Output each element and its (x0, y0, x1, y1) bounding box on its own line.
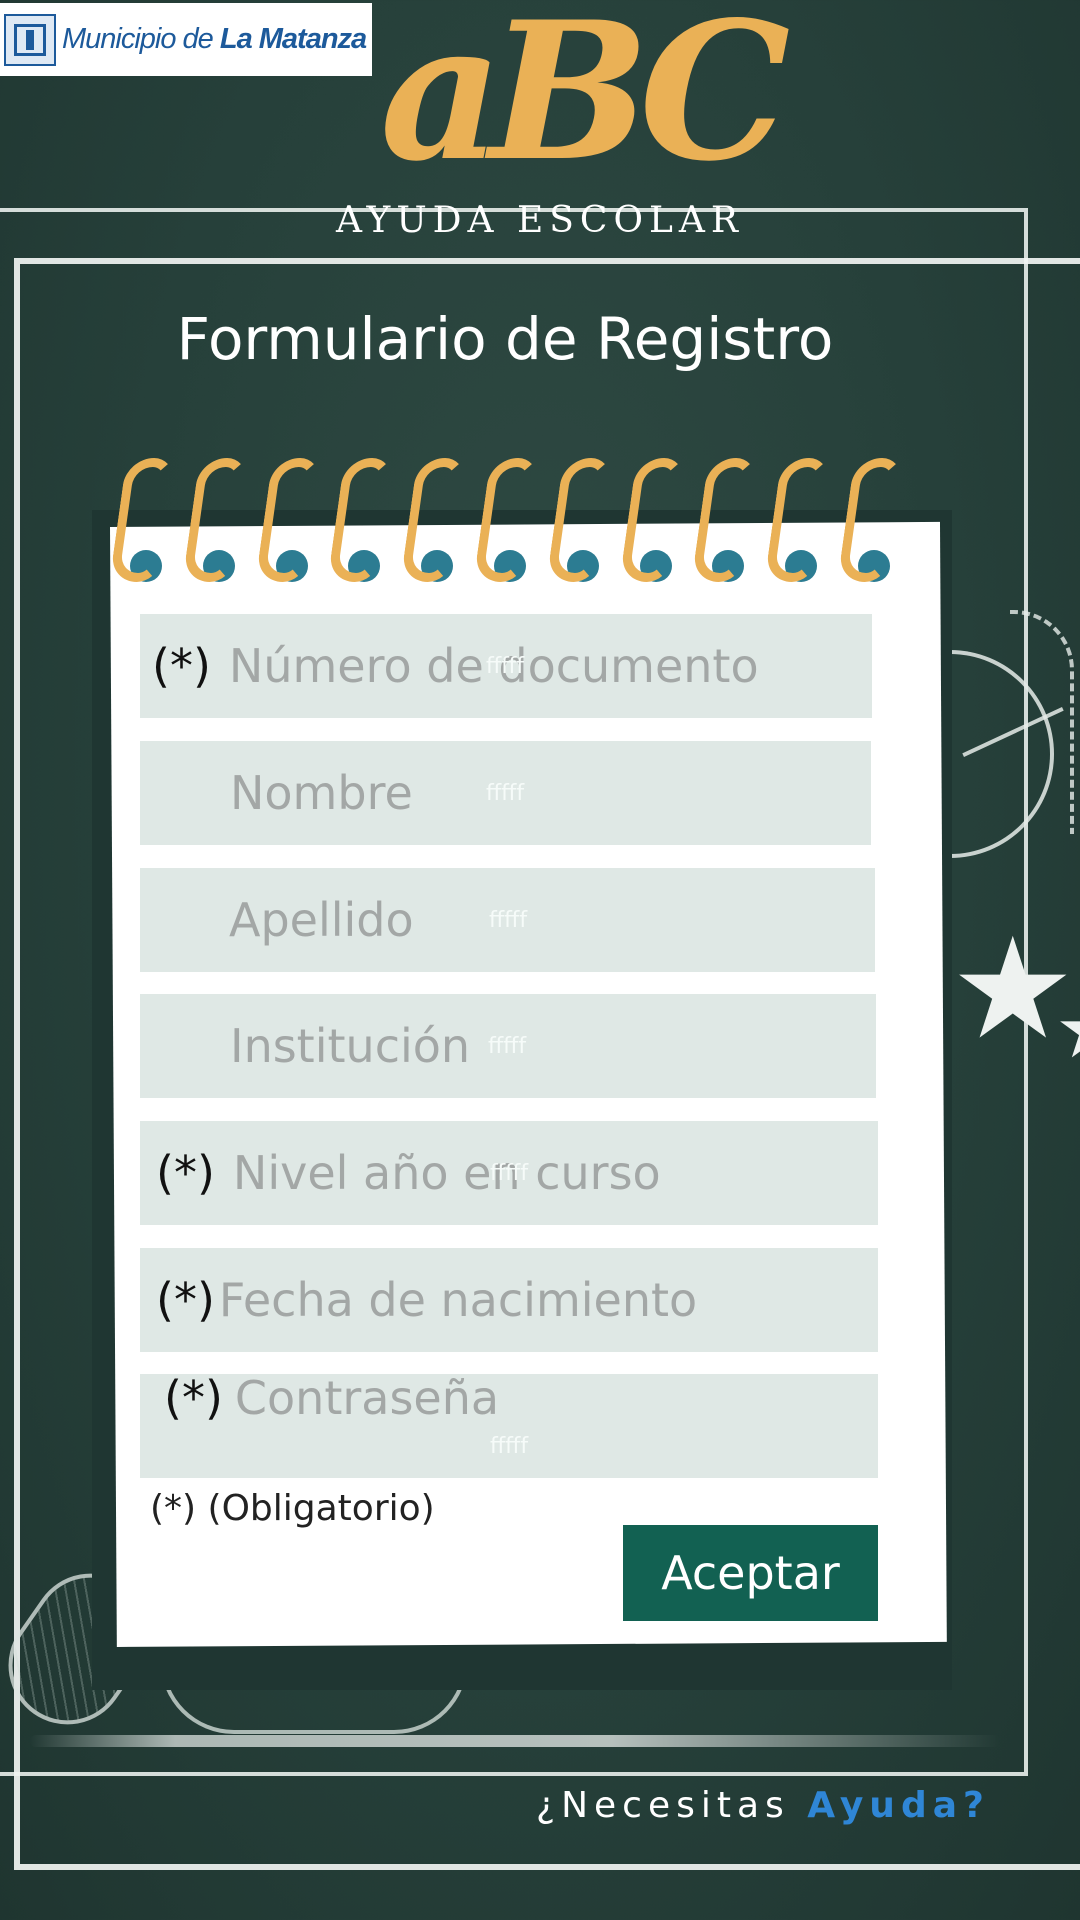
notepad-rings (109, 458, 908, 588)
field-placeholder: Nivel año en curso (232, 1146, 661, 1200)
ring-icon (400, 458, 471, 588)
help-prefix: ¿Necesitas (536, 1785, 808, 1826)
ring-icon (327, 458, 398, 588)
ring-icon (109, 458, 180, 588)
ring-icon (473, 458, 544, 588)
surname-field[interactable]: fffff Apellido (140, 868, 875, 972)
required-mark: (*) (164, 1371, 223, 1425)
password-field[interactable]: fffff (*) Contraseña (140, 1371, 878, 1478)
logo-text: Municipio de La Matanza (62, 23, 367, 55)
required-mark: (*) (152, 639, 211, 693)
accept-button[interactable]: Aceptar (623, 1525, 878, 1621)
chalk-underline (30, 1735, 1000, 1747)
field-placeholder: Contraseña (234, 1371, 500, 1425)
name-field[interactable]: fffff Nombre (140, 741, 871, 845)
ring-icon (182, 458, 253, 588)
help-link-text[interactable]: Ayuda? (807, 1785, 990, 1826)
field-ghost-text: fffff (490, 1433, 529, 1459)
field-placeholder: Nombre (230, 766, 413, 820)
ring-icon (546, 458, 617, 588)
ring-icon (691, 458, 762, 588)
school-level-field[interactable]: fffff (*) Nivel año en curso (140, 1121, 878, 1225)
field-placeholder: Fecha de nacimiento (218, 1273, 698, 1327)
brand-tagline: AYUDA ESCOLAR (336, 200, 744, 241)
ring-icon (837, 458, 908, 588)
chalk-star-small-icon: ★ (1055, 990, 1080, 1070)
required-note: (*) (Obligatorio) (150, 1488, 435, 1529)
required-mark: (*) (156, 1146, 215, 1200)
required-mark: (*) (156, 1273, 215, 1327)
field-ghost-text: fffff (490, 1160, 529, 1186)
brand-logo: aBC (380, 0, 790, 203)
ring-icon (618, 458, 690, 588)
help-link[interactable]: ¿Necesitas Ayuda? (536, 1785, 990, 1826)
ring-icon (254, 458, 326, 588)
field-ghost-text: fffff (489, 907, 528, 933)
institution-field[interactable]: fffff Institución (140, 994, 876, 1098)
page-title: Formulario de Registro (176, 305, 834, 373)
document-number-field[interactable]: fffff (*) Número de documento (140, 614, 872, 718)
field-placeholder: Apellido (229, 893, 414, 947)
ring-icon (764, 458, 835, 588)
field-placeholder: Institución (230, 1019, 471, 1073)
field-ghost-text: fffff (486, 780, 525, 806)
municipio-emblem-icon (4, 13, 56, 66)
municipio-logo[interactable]: Municipio de La Matanza (0, 3, 372, 76)
field-ghost-text: fffff (488, 1033, 527, 1059)
birth-date-field[interactable]: (*) Fecha de nacimiento (140, 1248, 878, 1352)
field-ghost-text: fffff (486, 653, 525, 679)
